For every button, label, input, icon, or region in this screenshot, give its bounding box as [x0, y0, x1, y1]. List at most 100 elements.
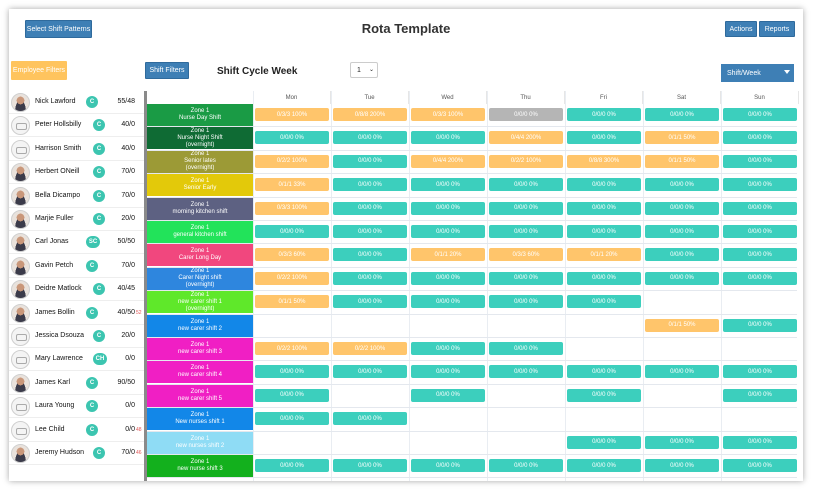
employee-row[interactable]: Peter Hollsbilly C 40/0 [9, 114, 145, 138]
shift-label[interactable]: Zone 1 new carer shift 4 [147, 361, 253, 384]
shift-slot[interactable]: 0/0/0 0% [489, 295, 563, 309]
shift-slot[interactable]: 0/0/0 0% [567, 225, 641, 238]
shift-slot[interactable]: 0/0/0 0% [723, 271, 797, 285]
shift-slot[interactable]: 0/0/0 0% [645, 178, 719, 192]
shift-slot[interactable]: 0/0/0 0% [723, 248, 797, 262]
shift-slot[interactable]: 0/0/0 0% [489, 342, 563, 355]
shift-slot[interactable]: 0/8/8 300% [567, 154, 641, 168]
shift-slot[interactable]: 0/0/0 0% [489, 459, 563, 472]
shift-slot[interactable]: 0/0/0 0% [567, 178, 641, 192]
shift-slot[interactable]: 0/0/0 0% [567, 131, 641, 145]
shift-slot[interactable]: 0/0/0 0% [333, 154, 407, 168]
employee-row[interactable]: Mary Lawrence CH 0/0 [9, 348, 145, 372]
shift-slot[interactable]: 0/0/0 0% [567, 201, 641, 215]
shift-slot[interactable]: 0/1/1 20% [411, 248, 485, 262]
employee-filters-button[interactable]: Employee Filters [11, 61, 67, 80]
shift-label[interactable]: Zone 1 new nurses shift 2 [147, 431, 253, 454]
shift-slot[interactable]: 0/0/0 0% [411, 178, 485, 192]
shift-slot[interactable]: 0/1/1 50% [255, 295, 329, 309]
employee-row[interactable]: Marjie Fuller C 20/0 [9, 208, 145, 231]
shift-label[interactable]: Zone 1 Senior lates (overnight) [147, 150, 253, 173]
employee-row[interactable]: Gavin Petch C 70/0 [9, 255, 145, 278]
shift-slot[interactable]: 0/0/0 0% [489, 271, 563, 285]
shift-label[interactable]: Zone 1 Nurse Day Shift [147, 104, 253, 126]
shift-slot[interactable]: 0/0/0 0% [567, 435, 641, 449]
shift-slot[interactable]: 0/2/2 100% [255, 271, 329, 285]
shift-slot[interactable]: 0/3/3 100% [255, 108, 329, 121]
reports-button[interactable]: Reports [759, 21, 795, 37]
shift-slot[interactable]: 0/0/0 0% [567, 459, 641, 472]
shift-slot[interactable]: 0/2/2 100% [255, 342, 329, 355]
shift-slot[interactable]: 0/0/0 0% [645, 435, 719, 449]
shift-slot[interactable]: 0/0/0 0% [567, 108, 641, 121]
employee-row[interactable]: Nick Lawford C 55/48 [9, 91, 145, 114]
shift-slot[interactable]: 0/0/0 0% [645, 225, 719, 238]
shift-slot[interactable]: 0/0/0 0% [411, 201, 485, 215]
shift-slot[interactable]: 0/0/0 0% [411, 342, 485, 355]
shift-slot[interactable]: 0/0/0 0% [645, 201, 719, 215]
shift-slot[interactable]: 0/2/2 100% [333, 342, 407, 355]
shift-slot[interactable]: 0/0/0 0% [723, 154, 797, 168]
shift-slot[interactable]: 0/0/0 0% [723, 388, 797, 402]
shift-slot[interactable]: 0/0/0 0% [255, 131, 329, 145]
employee-row[interactable]: Jeremy Hudson C 70/0 46 [9, 442, 145, 465]
shift-label[interactable]: Zone 1 Carer Long Day [147, 244, 253, 267]
shift-slot[interactable]: 0/0/0 0% [723, 225, 797, 238]
employee-row[interactable]: Harrison Smith C 40/0 [9, 138, 145, 161]
shift-slot[interactable]: 0/1/1 33% [255, 178, 329, 192]
shift-label[interactable]: Zone 1 new carer shift 1 (overnight) [147, 291, 253, 314]
shift-slot[interactable]: 0/2/2 100% [255, 154, 329, 168]
shift-slot[interactable]: 0/0/0 0% [411, 271, 485, 285]
employee-row[interactable]: Herbert ONeill C 70/0 [9, 161, 145, 185]
shift-slot[interactable]: 0/0/0 0% [567, 365, 641, 379]
shift-slot[interactable]: 0/0/0 0% [411, 459, 485, 472]
shift-slot[interactable]: 0/8/8 200% [333, 108, 407, 121]
shift-slot[interactable]: 0/0/0 0% [333, 271, 407, 285]
shift-slot[interactable]: 0/1/1 20% [567, 248, 641, 262]
shift-slot[interactable]: 0/0/0 0% [723, 459, 797, 472]
shift-label[interactable]: Zone 1 New nurses shift 1 [147, 408, 253, 431]
shift-slot[interactable]: 0/0/0 0% [723, 108, 797, 121]
shift-slot[interactable]: 0/1/1 50% [645, 318, 719, 332]
shift-slot[interactable]: 0/0/0 0% [411, 295, 485, 309]
shift-slot[interactable]: 0/1/1 50% [645, 131, 719, 145]
shift-slot[interactable]: 0/0/0 0% [645, 459, 719, 472]
shift-label[interactable]: Zone 1 general kitchen shift [147, 221, 253, 243]
shift-slot[interactable]: 0/3/3 100% [255, 201, 329, 215]
shift-label[interactable]: Zone 1 new carer shift 2 [147, 314, 253, 337]
employee-row[interactable]: James Karl C 90/50 [9, 372, 145, 395]
employee-row[interactable]: Bella Dicampo C 70/0 [9, 185, 145, 208]
shift-slot[interactable]: 0/0/0 0% [333, 201, 407, 215]
shift-slot[interactable]: 0/0/0 0% [333, 365, 407, 379]
shift-slot[interactable]: 0/0/0 0% [567, 388, 641, 402]
shift-slot[interactable]: 0/4/4 200% [411, 154, 485, 168]
view-mode-dropdown[interactable]: Shift/Week [721, 64, 794, 82]
shift-slot[interactable]: 0/0/0 0% [333, 178, 407, 192]
shift-slot[interactable]: 0/4/4 200% [489, 131, 563, 145]
shift-slot[interactable]: 0/0/0 0% [723, 178, 797, 192]
shift-slot[interactable]: 0/0/0 0% [255, 412, 329, 426]
shift-slot[interactable]: 0/0/0 0% [723, 201, 797, 215]
shift-slot[interactable]: 0/0/0 0% [645, 248, 719, 262]
shift-slot[interactable]: 0/0/0 0% [255, 459, 329, 472]
shift-slot[interactable]: 0/0/0 0% [645, 271, 719, 285]
cycle-week-select[interactable]: 1 ⌄ [350, 62, 378, 78]
shift-slot[interactable]: 0/3/3 60% [489, 248, 563, 262]
shift-slot[interactable]: 0/0/0 0% [255, 388, 329, 402]
employee-row[interactable]: Carl Jonas SC 50/50 [9, 231, 145, 255]
shift-slot[interactable]: 0/1/1 50% [645, 154, 719, 168]
shift-slot[interactable]: 0/0/0 0% [489, 365, 563, 379]
shift-slot[interactable]: 0/0/0 0% [723, 435, 797, 449]
employee-row[interactable]: Lee Child C 0/0 48 [9, 419, 145, 442]
shift-slot[interactable]: 0/0/0 0% [411, 131, 485, 145]
employee-row[interactable]: James Bollin C 40/50 52 [9, 302, 145, 325]
actions-button[interactable]: Actions [725, 21, 757, 37]
employee-row[interactable]: Deidre Matlock C 40/45 [9, 278, 145, 302]
shift-label[interactable]: Zone 1 morning kitchen shift [147, 197, 253, 220]
shift-slot[interactable]: 0/0/0 0% [255, 225, 329, 238]
shift-slot[interactable]: 0/0/0 0% [333, 248, 407, 262]
shift-slot[interactable]: 0/0/0 0% [333, 412, 407, 426]
shift-label[interactable]: Zone 1 Nurse Night Shift (overnight) [147, 127, 253, 150]
shift-slot[interactable]: 0/0/0 0% [489, 108, 563, 121]
shift-slot[interactable]: 0/0/0 0% [411, 365, 485, 379]
